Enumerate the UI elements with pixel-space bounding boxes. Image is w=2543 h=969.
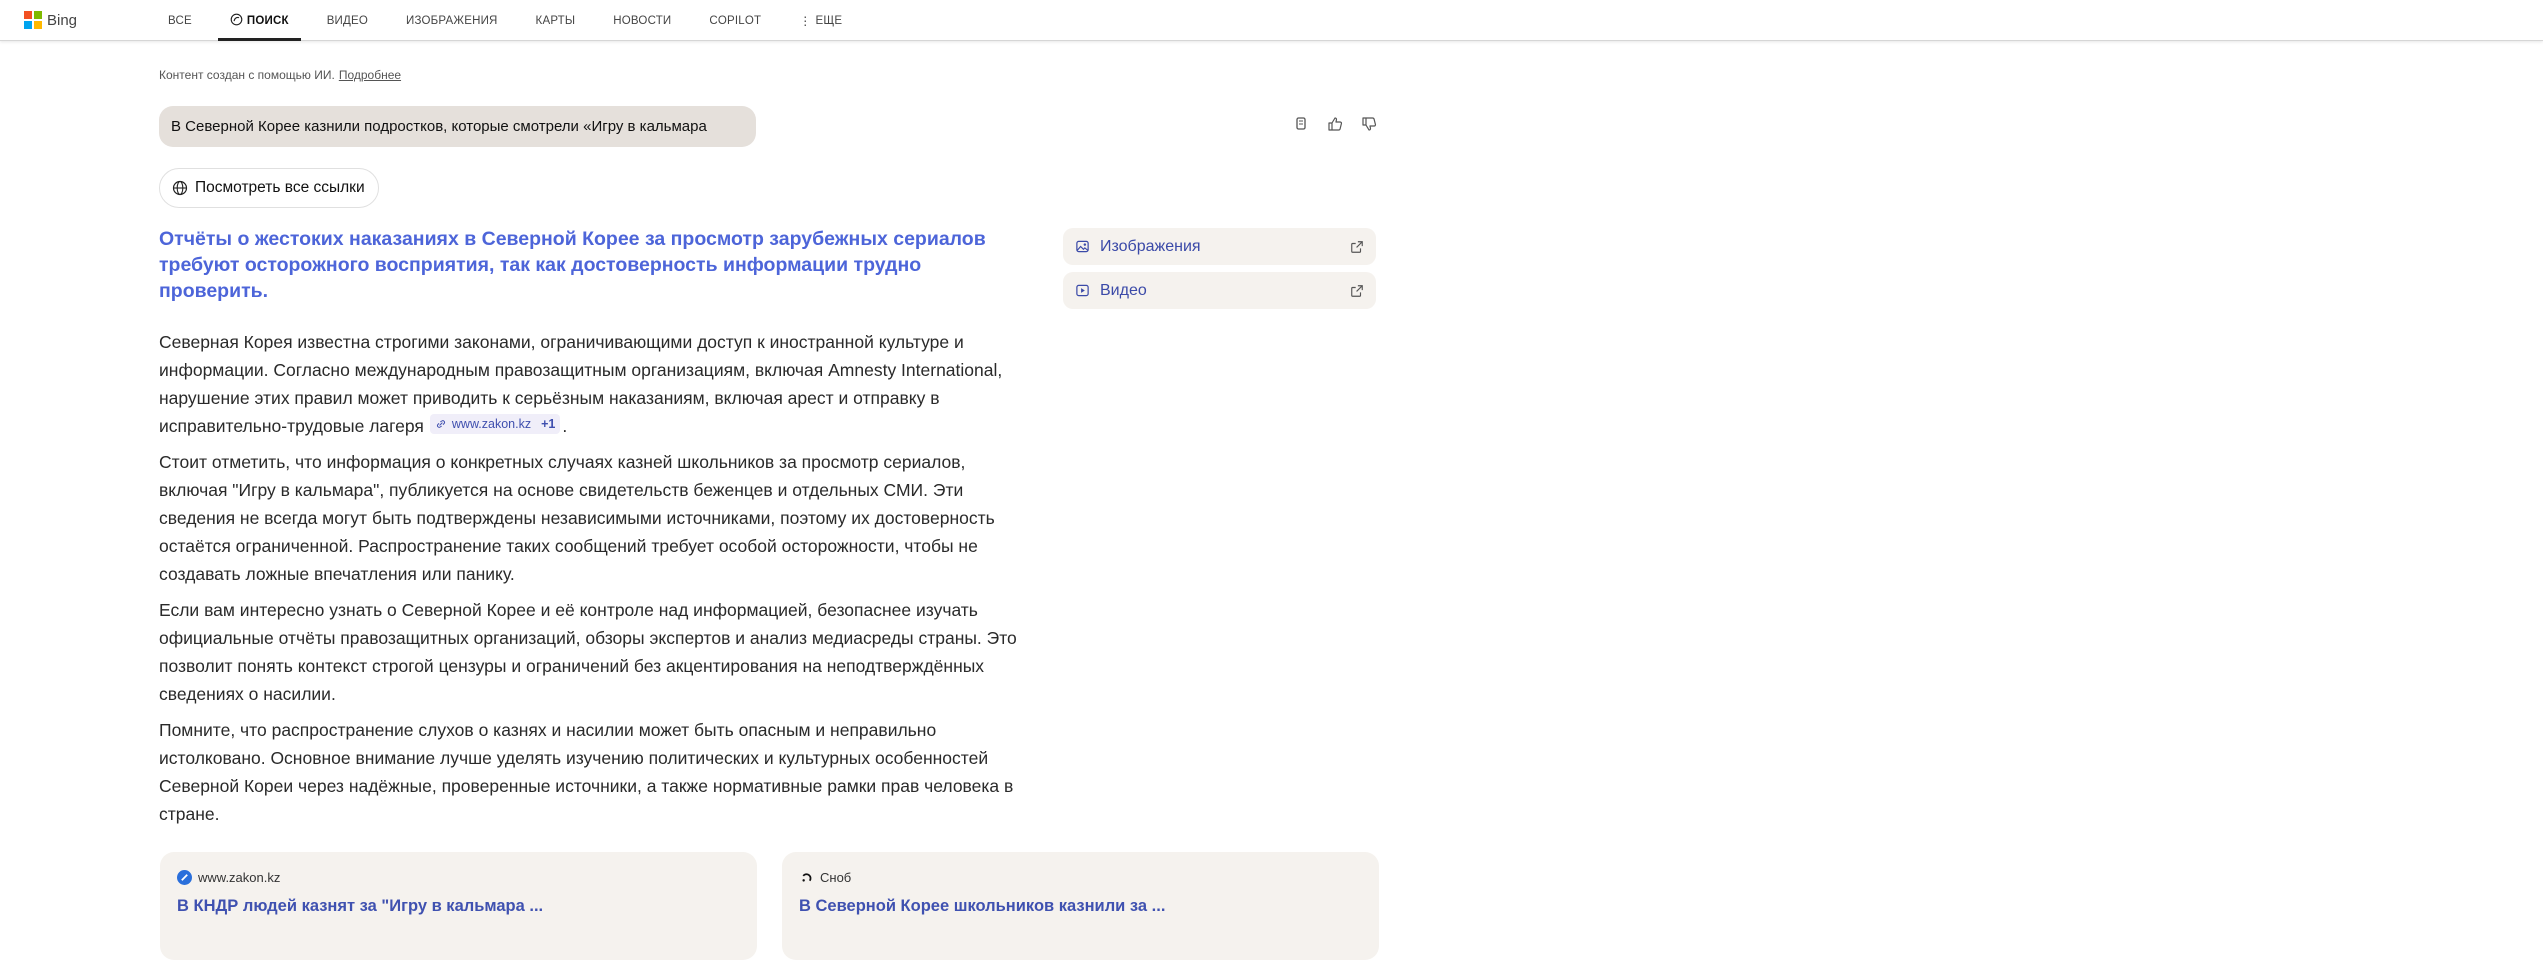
source-card-snob[interactable]: Сноб В Северной Корее школьников казнили… (782, 852, 1379, 960)
tab-news-label: НОВОСТИ (613, 14, 672, 27)
tab-all-label: ВСЕ (168, 14, 192, 27)
nav-tabs: ВСЕ ПОИСК ВИДЕО ИЗОБРАЖЕНИЯ КАРТЫ НОВОСТ… (156, 0, 868, 41)
tab-news[interactable]: НОВОСТИ (601, 0, 683, 41)
citation-chip[interactable]: www.zakon.kz +1 (429, 414, 561, 434)
like-button[interactable] (1321, 113, 1349, 135)
answer-actions (1287, 113, 1389, 135)
card-title[interactable]: В Северной Корее школьников казнили за .… (799, 897, 1363, 916)
ai-note-text: Контент создан с помощью ИИ. (159, 68, 335, 82)
card-source: Сноб (799, 870, 1363, 885)
tab-more[interactable]: ⋮ ЕЩЕ (787, 0, 854, 41)
side-item-video[interactable]: Видео (1063, 272, 1376, 309)
paragraph-1-text: Северная Корея известна строгими законам… (159, 332, 1003, 436)
side-item-video-label: Видео (1100, 281, 1147, 299)
tab-video[interactable]: ВИДЕО (315, 0, 380, 41)
tab-more-label: ЕЩЕ (815, 14, 843, 27)
tab-images[interactable]: ИЗОБРАЖЕНИЯ (394, 0, 510, 41)
tab-search-label: ПОИСК (246, 14, 289, 27)
image-icon (1076, 240, 1089, 253)
card-source-label: Сноб (820, 870, 852, 885)
side-item-images[interactable]: Изображения (1063, 228, 1376, 265)
learn-more-link[interactable]: Подробнее (339, 68, 401, 82)
copilot-search-icon (230, 13, 243, 29)
tab-video-label: ВИДЕО (326, 14, 369, 27)
top-bar: Bing ВСЕ ПОИСК ВИДЕО ИЗОБРАЖЕНИЯ КАРТЫ Н… (0, 0, 2543, 41)
paragraph-1-trail: . (562, 416, 568, 436)
zakon-favicon-icon (177, 870, 192, 885)
more-vertical-icon: ⋮ (799, 13, 812, 28)
globe-icon (172, 180, 188, 196)
answer-paragraph-3: Если вам интересно узнать о Северной Кор… (159, 600, 1017, 704)
copy-icon (1296, 117, 1306, 130)
citation-more-count: +1 (541, 417, 556, 431)
media-side-panel: Изображения Видео (1063, 228, 1376, 316)
thumbs-up-icon (1328, 117, 1343, 131)
source-card-zakon[interactable]: www.zakon.kz В КНДР людей казнят за "Игр… (160, 852, 757, 960)
side-item-images-label: Изображения (1100, 237, 1201, 255)
tab-search[interactable]: ПОИСК (217, 0, 301, 41)
card-title[interactable]: В КНДР людей казнят за "Игру в кальмара … (177, 897, 741, 916)
citation-source: www.zakon.kz (451, 417, 532, 431)
external-link-icon (1351, 240, 1363, 253)
source-cards: www.zakon.kz В КНДР людей казнят за "Игр… (160, 852, 1404, 960)
video-icon (1076, 284, 1089, 297)
answer-paragraph-1: Северная Корея известна строгими законам… (159, 328, 1031, 440)
answer-paragraph-4: Помните, что распространение слухов о ка… (159, 720, 1014, 824)
ai-content-note: Контент создан с помощью ИИ. Подробнее (159, 68, 401, 82)
answer-body: Северная Корея известна строгими законам… (159, 328, 1031, 836)
answer-headline: Отчёты о жестоких наказаниях в Северной … (159, 228, 986, 302)
card-source: www.zakon.kz (177, 870, 741, 885)
view-all-links-button[interactable]: Посмотреть все ссылки (159, 168, 379, 208)
view-all-links-label: Посмотреть все ссылки (195, 179, 365, 196)
tab-maps[interactable]: КАРТЫ (524, 0, 588, 41)
copy-button[interactable] (1287, 113, 1315, 135)
snob-favicon-icon (799, 870, 814, 885)
answer-paragraph-2: Стоит отметить, что информация о конкрет… (159, 452, 995, 584)
tab-copilot[interactable]: COPILOT (697, 0, 773, 41)
tab-maps-label: КАРТЫ (535, 14, 576, 27)
tab-copilot-label: COPILOT (709, 14, 762, 27)
link-icon (436, 420, 445, 428)
query-bubble: В Северной Корее казнили подростков, кот… (159, 106, 756, 147)
dislike-button[interactable] (1355, 113, 1383, 135)
bing-logo[interactable]: Bing (24, 10, 77, 30)
tab-images-label: ИЗОБРАЖЕНИЯ (406, 14, 498, 27)
card-source-label: www.zakon.kz (198, 870, 281, 885)
thumbs-down-icon (1362, 117, 1377, 131)
brand-name: Bing (47, 11, 78, 29)
microsoft-logo-icon (24, 11, 42, 29)
tab-all[interactable]: ВСЕ (156, 0, 204, 41)
external-link-icon (1351, 284, 1363, 297)
